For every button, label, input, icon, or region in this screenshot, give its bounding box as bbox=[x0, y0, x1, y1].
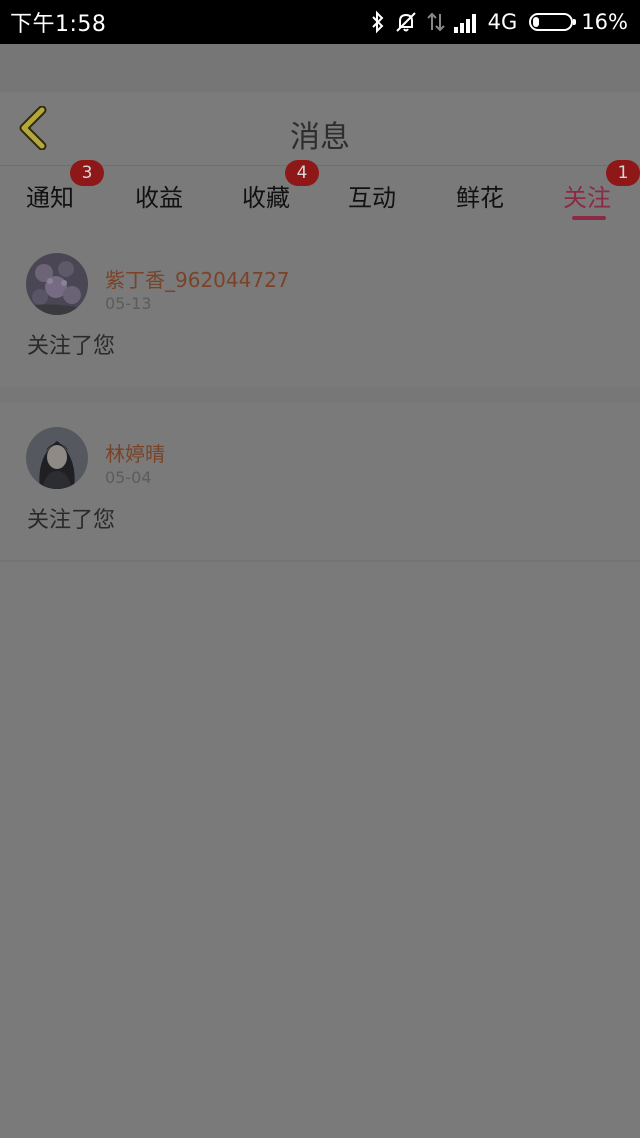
girl-photo-avatar bbox=[26, 427, 88, 489]
top-band bbox=[0, 44, 640, 92]
status-icons: 4G 16% bbox=[370, 10, 628, 34]
battery-fill bbox=[533, 17, 540, 27]
tab-following[interactable]: 关注 bbox=[563, 178, 611, 213]
list-divider bbox=[0, 386, 640, 402]
avatar[interactable] bbox=[26, 253, 88, 315]
list-divider bbox=[0, 560, 640, 562]
message-text: 关注了您 bbox=[27, 334, 116, 359]
user-name[interactable]: 紫丁香_962044727 bbox=[105, 264, 290, 293]
status-time: 下午1:58 bbox=[10, 12, 107, 37]
avatar[interactable] bbox=[26, 427, 88, 489]
status-bar: 下午1:58 4G 16% bbox=[0, 0, 640, 44]
notifications-badge: 3 bbox=[70, 160, 104, 186]
header: 消息 bbox=[0, 92, 640, 166]
battery-percent: 16% bbox=[581, 10, 628, 34]
tab-bar: 通知 3 收益 收藏 4 互动 鲜花 关注 1 bbox=[0, 160, 640, 228]
tab-flowers[interactable]: 鲜花 bbox=[456, 178, 504, 213]
message-text: 关注了您 bbox=[27, 508, 116, 533]
message-date: 05-13 bbox=[105, 294, 152, 313]
list-item[interactable]: 紫丁香_962044727 05-13 关注了您 bbox=[0, 228, 640, 398]
following-badge: 1 bbox=[606, 160, 640, 186]
tab-earnings[interactable]: 收益 bbox=[135, 178, 183, 213]
list-item[interactable]: 林婷晴 05-04 关注了您 bbox=[0, 402, 640, 572]
active-tab-indicator bbox=[572, 216, 606, 220]
page-title: 消息 bbox=[290, 120, 350, 155]
network-type: 4G bbox=[487, 10, 518, 34]
battery-icon bbox=[529, 13, 577, 31]
data-transfer-icon bbox=[426, 10, 446, 34]
signal-icon bbox=[453, 11, 480, 33]
tab-notifications[interactable]: 通知 bbox=[26, 178, 74, 213]
tab-favorites[interactable]: 收藏 bbox=[242, 178, 290, 213]
favorites-badge: 4 bbox=[285, 160, 319, 186]
bluetooth-icon bbox=[370, 10, 386, 34]
screen: 下午1:58 4G 16% 消息 通知 3 收益 收藏 4 互动 鲜花 关注 1… bbox=[0, 0, 640, 1138]
flower-photo-avatar bbox=[26, 253, 88, 315]
user-name[interactable]: 林婷晴 bbox=[105, 438, 165, 467]
bell-off-icon bbox=[394, 10, 418, 34]
tab-interactions[interactable]: 互动 bbox=[348, 178, 396, 213]
message-date: 05-04 bbox=[105, 468, 152, 487]
